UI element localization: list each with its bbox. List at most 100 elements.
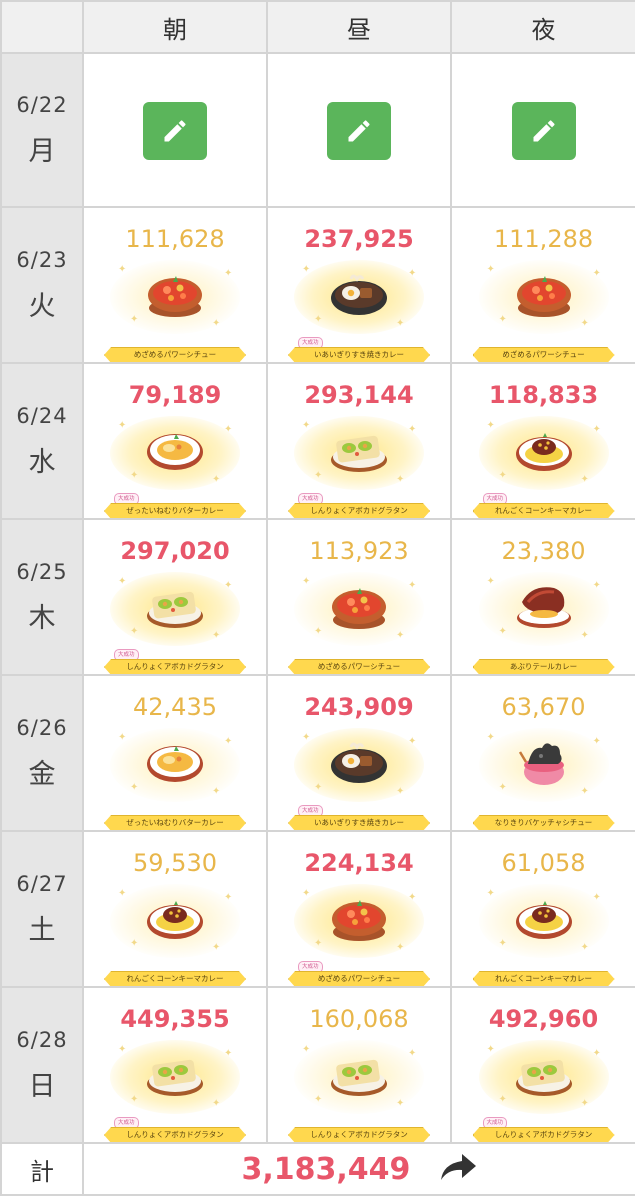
meal-cell-lunch[interactable]: 243,909 ✦ ✦ ✦ ✦ 大成功 いあいぎりすき焼きカレー [266,674,452,832]
meal-score: 79,189 [128,381,222,409]
edit-meal-button[interactable] [327,102,391,160]
meal-cell-lunch[interactable]: 293,144 ✦ ✦ ✦ ✦ 大成功 しんりょくアボカドグラタン [266,362,452,520]
dish-name-banner: 大成功 しんりょくアボカドグラタン [284,493,434,517]
stew-icon [514,268,574,320]
sparkle-icon: ✦ [580,318,589,329]
sparkle-icon: ✦ [130,1094,139,1105]
edit-meal-button[interactable] [511,102,576,160]
dish-name: しんりょくアボカドグラタン [310,1130,408,1139]
dish-name: れんごくコーンキーマカレー [494,506,593,515]
dish-name: なりきりバケッチャシチュー [494,818,593,827]
sparkle-icon: ✦ [396,1098,405,1109]
sparkle-icon: ✦ [302,1044,311,1055]
meal-cell-lunch[interactable]: 113,923 ✦ ✦ ✦ ✦ めざめるパワーシチュー [266,518,452,676]
dish-name-banner: 大成功 しんりょくアボカドグラタン [100,1117,250,1141]
meal-cell-dinner[interactable]: 111,288 ✦ ✦ ✦ ✦ めざめるパワーシチュー [450,206,635,364]
dish-name-banner: れんごくコーンキーマカレー [469,968,619,985]
meal-score: 449,355 [120,1005,230,1033]
day-weekday: 金 [28,758,56,790]
sparkle-icon: ✦ [408,268,417,279]
sparkle-icon: ✦ [314,626,323,637]
sparkle-icon: ✦ [212,1098,221,1109]
meal-score: 113,923 [309,537,409,565]
keema-curry-icon [145,892,205,944]
sparkle-icon: ✦ [580,1098,589,1109]
edit-meal-button[interactable] [143,102,207,160]
day-label-cell: 6/27 土 [0,830,84,988]
meal-score: 237,925 [304,225,414,253]
sparkle-icon: ✦ [130,470,139,481]
meal-cell-dinner[interactable]: 63,670 ✦ ✦ ✦ ✦ なりきりバケッチャシチュー [450,674,635,832]
day-date: 6/25 [16,559,68,584]
sparkle-icon: ✦ [592,892,601,903]
corner-cell [0,0,84,54]
meal-cell-breakfast [82,52,268,208]
column-header-dinner: 夜 [450,0,635,54]
sparkle-icon: ✦ [302,420,311,431]
meal-cell-lunch[interactable]: 160,068 ✦ ✦ ✦ ✦ しんりょくアボカドグラタン [266,986,452,1144]
sparkle-icon: ✦ [408,892,417,903]
keema-curry-icon [514,424,574,476]
dish-name-banner: めざめるパワーシチュー [469,344,619,361]
dish-name-banner: 大成功 しんりょくアボカドグラタン [469,1117,619,1141]
sparkle-icon: ✦ [396,630,405,641]
sparkle-icon: ✦ [498,470,507,481]
dish-name: いあいぎりすき焼きカレー [314,818,404,827]
dish-name: ぜったいねむりバターカレー [126,818,224,827]
total-label: 計 [0,1142,84,1196]
column-header-lunch: 昼 [266,0,452,54]
meal-cell-dinner[interactable]: 118,833 ✦ ✦ ✦ ✦ 大成功 れんごくコーンキーマカレー [450,362,635,520]
meal-score: 243,909 [304,693,414,721]
sparkle-icon: ✦ [130,314,139,325]
meal-cell-lunch[interactable]: 224,134 ✦ ✦ ✦ ✦ 大成功 めざめるパワーシチュー [266,830,452,988]
meal-cell-dinner[interactable]: 23,380 ✦ ✦ ✦ ✦ あぶりテールカレー [450,518,635,676]
dish-name-banner: ぜったいねむりバターカレー [100,812,250,829]
sparkle-icon: ✦ [224,424,233,435]
sparkle-icon: ✦ [486,264,495,275]
dish-name-banner: めざめるパワーシチュー [284,656,434,673]
day-date: 6/27 [16,871,68,896]
meal-cell-breakfast[interactable]: 449,355 ✦ ✦ ✦ ✦ 大成功 しんりょくアボカドグラタン [82,986,268,1144]
sparkle-icon: ✦ [580,474,589,485]
keema-curry-icon [514,892,574,944]
meal-cell-lunch[interactable]: 237,925 ✦ ✦ ✦ ✦ 大成功 いあいぎりすき焼きカレー [266,206,452,364]
dish-name-banner: めざめるパワーシチュー [100,344,250,361]
dish-name-banner: 大成功 ぜったいねむりバターカレー [100,493,250,517]
sparkle-icon: ✦ [224,580,233,591]
meal-score: 59,530 [133,849,217,877]
meal-score: 492,960 [488,1005,599,1033]
day-date: 6/26 [16,715,68,740]
day-label-cell: 6/24 水 [0,362,84,520]
meal-score: 111,288 [493,225,594,253]
meal-score: 118,833 [488,381,599,409]
pencil-icon [348,120,370,142]
meal-score: 23,380 [501,537,586,565]
day-row: 6/22 月 [0,52,635,208]
dish-illustration: ✦ ✦ ✦ ✦ [284,566,434,656]
sparkle-icon: ✦ [498,626,507,637]
dish-illustration: ✦ ✦ ✦ ✦ [284,722,434,812]
avocado-gratin-icon [145,580,205,632]
dish-name-banner: 大成功 れんごくコーンキーマカレー [469,493,619,517]
sparkle-icon: ✦ [592,580,601,591]
meal-cell-dinner[interactable]: 492,960 ✦ ✦ ✦ ✦ 大成功 しんりょくアボカドグラタン [450,986,635,1144]
dish-name: しんりょくアボカドグラタン [126,662,224,671]
meal-cell-breakfast[interactable]: 79,189 ✦ ✦ ✦ ✦ 大成功 ぜったいねむりバターカレー [82,362,268,520]
meal-cell-breakfast[interactable]: 297,020 ✦ ✦ ✦ ✦ 大成功 しんりょくアボカドグラタン [82,518,268,676]
sparkle-icon: ✦ [118,732,127,743]
day-weekday: 木 [28,602,56,634]
dish-name: めざめるパワーシチュー [317,974,401,983]
meal-cell-breakfast[interactable]: 42,435 ✦ ✦ ✦ ✦ ぜったいねむりバターカレー [82,674,268,832]
meal-cell-breakfast[interactable]: 111,628 ✦ ✦ ✦ ✦ めざめるパワーシチュー [82,206,268,364]
sparkle-icon: ✦ [130,782,139,793]
dish-illustration: ✦ ✦ ✦ ✦ [284,878,434,968]
share-arrow-icon[interactable] [438,1152,478,1186]
day-row: 6/26 金 42,435 ✦ ✦ ✦ ✦ ぜったいねむりバターカレー 243,90… [0,674,635,832]
sparkle-icon: ✦ [580,630,589,641]
dish-illustration: ✦ ✦ ✦ ✦ [100,410,250,500]
sparkle-icon: ✦ [212,318,221,329]
sparkle-icon: ✦ [302,264,311,275]
meal-cell-breakfast[interactable]: 59,530 ✦ ✦ ✦ ✦ れんごくコーンキーマカレー [82,830,268,988]
meal-score: 42,435 [133,693,217,721]
meal-cell-dinner[interactable]: 61,058 ✦ ✦ ✦ ✦ れんごくコーンキーマカレー [450,830,635,988]
